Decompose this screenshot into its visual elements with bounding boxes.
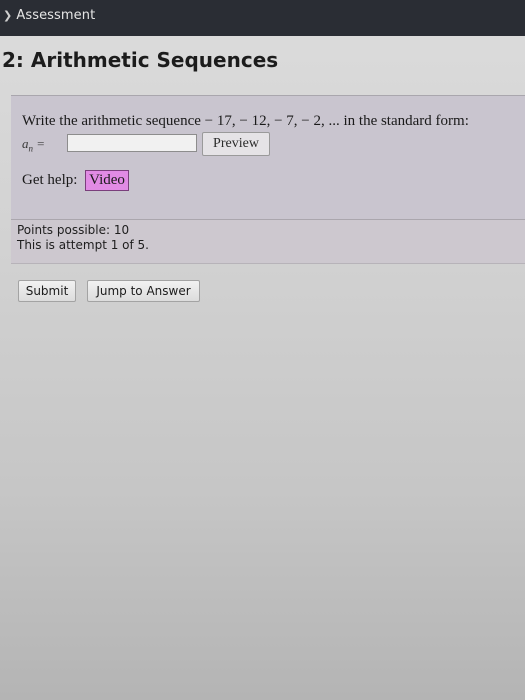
answer-label: an = <box>22 136 45 154</box>
breadcrumb-assessment[interactable]: Assessment <box>16 8 95 23</box>
page-title: 2: Arithmetic Sequences <box>2 48 279 72</box>
attempt-counter: This is attempt 1 of 5. <box>17 238 149 252</box>
breadcrumb[interactable]: ❯ Assessment <box>3 8 95 23</box>
question-prompt: Write the arithmetic sequence − 17, − 12… <box>22 113 469 129</box>
top-bar: ❯ Assessment <box>0 0 525 36</box>
get-help-label: Get help: <box>22 172 78 188</box>
answer-subscript: n <box>28 143 34 154</box>
chevron-right-icon: ❯ <box>3 9 13 22</box>
answer-input[interactable] <box>67 134 197 152</box>
submit-button[interactable]: Submit <box>18 280 76 302</box>
question-panel: Write the arithmetic sequence − 17, − 12… <box>11 95 525 220</box>
preview-button[interactable]: Preview <box>202 132 270 156</box>
jump-to-answer-button[interactable]: Jump to Answer <box>87 280 200 302</box>
info-panel: Points possible: 10 This is attempt 1 of… <box>11 219 525 264</box>
video-help-button[interactable]: Video <box>85 170 129 191</box>
answer-equals: = <box>36 136 46 151</box>
get-help: Get help: Video <box>22 170 129 191</box>
points-possible: Points possible: 10 <box>17 223 130 237</box>
